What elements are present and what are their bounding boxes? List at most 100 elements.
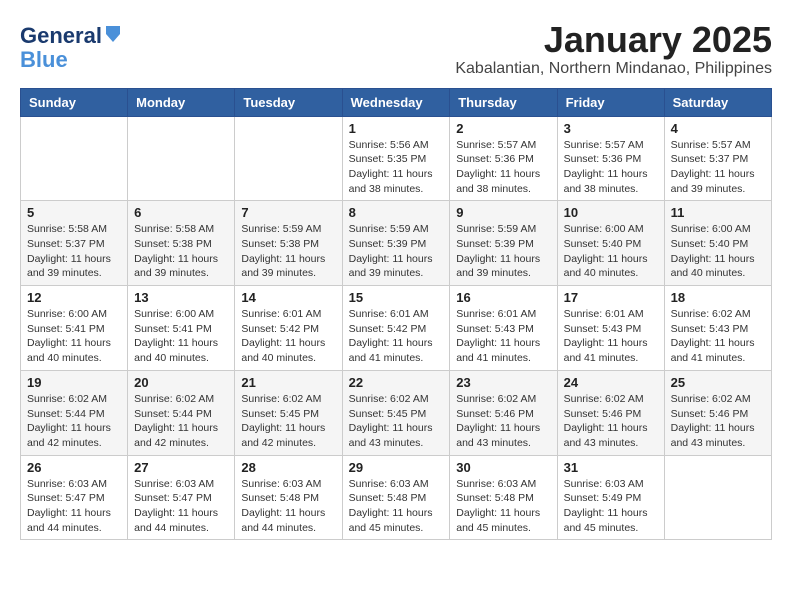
- week-row-2: 5 Sunrise: 5:58 AM Sunset: 5:37 PM Daylig…: [21, 201, 772, 286]
- day-info: Sunrise: 5:56 AM Sunset: 5:35 PM Dayligh…: [349, 138, 444, 197]
- day-info: Sunrise: 6:00 AM Sunset: 5:40 PM Dayligh…: [564, 222, 658, 281]
- logo-blue: Blue: [20, 47, 68, 72]
- calendar-cell: 15 Sunrise: 6:01 AM Sunset: 5:42 PM Dayli…: [342, 286, 450, 371]
- day-info: Sunrise: 5:57 AM Sunset: 5:37 PM Dayligh…: [671, 138, 765, 197]
- calendar-cell: 3 Sunrise: 5:57 AM Sunset: 5:36 PM Daylig…: [557, 116, 664, 201]
- day-info: Sunrise: 5:58 AM Sunset: 5:37 PM Dayligh…: [27, 222, 121, 281]
- day-number: 16: [456, 290, 550, 305]
- day-info: Sunrise: 6:01 AM Sunset: 5:42 PM Dayligh…: [349, 307, 444, 366]
- day-info: Sunrise: 6:02 AM Sunset: 5:45 PM Dayligh…: [241, 392, 335, 451]
- calendar-cell: 14 Sunrise: 6:01 AM Sunset: 5:42 PM Dayli…: [235, 286, 342, 371]
- day-number: 20: [134, 375, 228, 390]
- calendar-subtitle: Kabalantian, Northern Mindanao, Philippi…: [20, 60, 772, 78]
- day-number: 6: [134, 205, 228, 220]
- day-number: 18: [671, 290, 765, 305]
- weekday-header-monday: Monday: [128, 88, 235, 116]
- calendar-cell: [128, 116, 235, 201]
- day-info: Sunrise: 6:02 AM Sunset: 5:46 PM Dayligh…: [456, 392, 550, 451]
- week-row-4: 19Sunrise: 6:02 AM Sunset: 5:44 PM Dayli…: [21, 370, 772, 455]
- day-info: Sunrise: 6:02 AM Sunset: 5:44 PM Dayligh…: [134, 392, 228, 451]
- calendar-title: January 2025: [20, 20, 772, 60]
- day-number: 4: [671, 121, 765, 136]
- calendar-cell: [235, 116, 342, 201]
- day-number: 14: [241, 290, 335, 305]
- calendar-cell: 16 Sunrise: 6:01 AM Sunset: 5:43 PM Dayli…: [450, 286, 557, 371]
- day-number: 12: [27, 290, 121, 305]
- calendar-cell: 22 Sunrise: 6:02 AM Sunset: 5:45 PM Dayli…: [342, 370, 450, 455]
- weekday-header-wednesday: Wednesday: [342, 88, 450, 116]
- day-number: 27: [134, 460, 228, 475]
- calendar-table: SundayMondayTuesdayWednesdayThursdayFrid…: [20, 88, 772, 541]
- day-info: Sunrise: 6:00 AM Sunset: 5:41 PM Dayligh…: [27, 307, 121, 366]
- day-info: Sunrise: 5:57 AM Sunset: 5:36 PM Dayligh…: [456, 138, 550, 197]
- weekday-header-friday: Friday: [557, 88, 664, 116]
- day-number: 15: [349, 290, 444, 305]
- day-info: Sunrise: 5:59 AM Sunset: 5:39 PM Dayligh…: [349, 222, 444, 281]
- calendar-cell: [21, 116, 128, 201]
- calendar-cell: 27 Sunrise: 6:03 AM Sunset: 5:47 PM Dayli…: [128, 455, 235, 540]
- weekday-header-tuesday: Tuesday: [235, 88, 342, 116]
- calendar-cell: 5 Sunrise: 5:58 AM Sunset: 5:37 PM Daylig…: [21, 201, 128, 286]
- day-number: 9: [456, 205, 550, 220]
- calendar-cell: 1 Sunrise: 5:56 AM Sunset: 5:35 PM Daylig…: [342, 116, 450, 201]
- day-info: Sunrise: 6:03 AM Sunset: 5:47 PM Dayligh…: [134, 477, 228, 536]
- weekday-header-saturday: Saturday: [664, 88, 771, 116]
- day-number: 24: [564, 375, 658, 390]
- calendar-cell: 12 Sunrise: 6:00 AM Sunset: 5:41 PM Dayli…: [21, 286, 128, 371]
- day-number: 1: [349, 121, 444, 136]
- day-number: 3: [564, 121, 658, 136]
- day-info: Sunrise: 5:57 AM Sunset: 5:36 PM Dayligh…: [564, 138, 658, 197]
- day-number: 13: [134, 290, 228, 305]
- calendar-cell: 13 Sunrise: 6:00 AM Sunset: 5:41 PM Dayli…: [128, 286, 235, 371]
- day-number: 5: [27, 205, 121, 220]
- calendar-cell: 11 Sunrise: 6:00 AM Sunset: 5:40 PM Dayli…: [664, 201, 771, 286]
- logo-general: General: [20, 24, 102, 48]
- week-row-5: 26Sunrise: 6:03 AM Sunset: 5:47 PM Dayli…: [21, 455, 772, 540]
- weekday-header-sunday: Sunday: [21, 88, 128, 116]
- calendar-cell: 20 Sunrise: 6:02 AM Sunset: 5:44 PM Dayli…: [128, 370, 235, 455]
- day-info: Sunrise: 6:03 AM Sunset: 5:48 PM Dayligh…: [456, 477, 550, 536]
- day-info: Sunrise: 6:03 AM Sunset: 5:47 PM Dayligh…: [27, 477, 121, 536]
- day-info: Sunrise: 6:02 AM Sunset: 5:45 PM Dayligh…: [349, 392, 444, 451]
- calendar-header: January 2025 Kabalantian, Northern Minda…: [20, 20, 772, 78]
- calendar-cell: 28 Sunrise: 6:03 AM Sunset: 5:48 PM Dayli…: [235, 455, 342, 540]
- calendar-cell: 7Sunrise: 5:59 AM Sunset: 5:38 PM Daylig…: [235, 201, 342, 286]
- day-number: 11: [671, 205, 765, 220]
- day-number: 21: [241, 375, 335, 390]
- day-info: Sunrise: 6:00 AM Sunset: 5:41 PM Dayligh…: [134, 307, 228, 366]
- day-info: Sunrise: 6:01 AM Sunset: 5:43 PM Dayligh…: [456, 307, 550, 366]
- calendar-cell: 9Sunrise: 5:59 AM Sunset: 5:39 PM Daylig…: [450, 201, 557, 286]
- calendar-cell: 23Sunrise: 6:02 AM Sunset: 5:46 PM Dayli…: [450, 370, 557, 455]
- calendar-cell: 4 Sunrise: 5:57 AM Sunset: 5:37 PM Daylig…: [664, 116, 771, 201]
- day-number: 2: [456, 121, 550, 136]
- day-info: Sunrise: 6:03 AM Sunset: 5:48 PM Dayligh…: [241, 477, 335, 536]
- calendar-cell: 25 Sunrise: 6:02 AM Sunset: 5:46 PM Dayli…: [664, 370, 771, 455]
- calendar-cell: 19Sunrise: 6:02 AM Sunset: 5:44 PM Dayli…: [21, 370, 128, 455]
- calendar-cell: [664, 455, 771, 540]
- day-info: Sunrise: 6:00 AM Sunset: 5:40 PM Dayligh…: [671, 222, 765, 281]
- day-info: Sunrise: 6:02 AM Sunset: 5:46 PM Dayligh…: [671, 392, 765, 451]
- day-number: 22: [349, 375, 444, 390]
- day-info: Sunrise: 6:02 AM Sunset: 5:44 PM Dayligh…: [27, 392, 121, 451]
- calendar-cell: 8 Sunrise: 5:59 AM Sunset: 5:39 PM Daylig…: [342, 201, 450, 286]
- day-number: 31: [564, 460, 658, 475]
- day-number: 8: [349, 205, 444, 220]
- calendar-cell: 2 Sunrise: 5:57 AM Sunset: 5:36 PM Daylig…: [450, 116, 557, 201]
- day-number: 29: [349, 460, 444, 475]
- day-number: 28: [241, 460, 335, 475]
- day-number: 17: [564, 290, 658, 305]
- calendar-cell: 10 Sunrise: 6:00 AM Sunset: 5:40 PM Dayli…: [557, 201, 664, 286]
- day-info: Sunrise: 6:03 AM Sunset: 5:48 PM Dayligh…: [349, 477, 444, 536]
- logo-bird-icon: [104, 24, 122, 42]
- day-info: Sunrise: 5:58 AM Sunset: 5:38 PM Dayligh…: [134, 222, 228, 281]
- weekday-header-row: SundayMondayTuesdayWednesdayThursdayFrid…: [21, 88, 772, 116]
- day-info: Sunrise: 6:01 AM Sunset: 5:42 PM Dayligh…: [241, 307, 335, 366]
- day-number: 10: [564, 205, 658, 220]
- day-number: 25: [671, 375, 765, 390]
- day-number: 7: [241, 205, 335, 220]
- week-row-1: 1 Sunrise: 5:56 AM Sunset: 5:35 PM Daylig…: [21, 116, 772, 201]
- calendar-cell: 17Sunrise: 6:01 AM Sunset: 5:43 PM Dayli…: [557, 286, 664, 371]
- calendar-cell: 31 Sunrise: 6:03 AM Sunset: 5:49 PM Dayli…: [557, 455, 664, 540]
- calendar-cell: 6 Sunrise: 5:58 AM Sunset: 5:38 PM Daylig…: [128, 201, 235, 286]
- day-info: Sunrise: 6:03 AM Sunset: 5:49 PM Dayligh…: [564, 477, 658, 536]
